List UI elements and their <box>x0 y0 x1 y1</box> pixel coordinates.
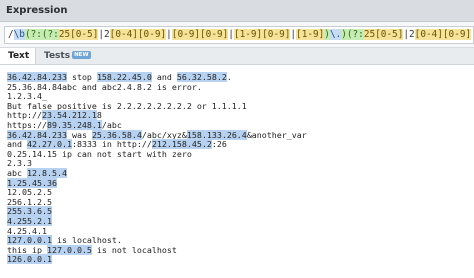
regex-match: 89.35.248.1 <box>46 120 102 130</box>
text-segment: abc <box>7 168 27 178</box>
tab-tests-label: Tests <box>44 51 71 61</box>
text-segment: /abc/xyz& <box>141 129 187 140</box>
panel-title: Expression <box>0 0 474 22</box>
text-segment: /abc <box>101 120 122 130</box>
text-segment: 0.25.14.15 ip can not start with zero <box>7 148 192 159</box>
expression-bar: /\b(?:(?:25[0-5]|2[0-4][0-9]|[0-9][0-9]|… <box>0 22 474 48</box>
regex-token: [0-9] <box>442 29 472 40</box>
expression-input[interactable]: /\b(?:(?:25[0-5]|2[0-4][0-9]|[0-9][0-9]|… <box>4 26 474 44</box>
text-segment: http:// <box>7 110 42 121</box>
text-segment: &another_var <box>246 129 307 140</box>
text-segment: :8333 in http:// <box>71 139 152 150</box>
regex-match: 126.0.0.1 <box>7 254 52 265</box>
tab-tests[interactable]: Tests NEW <box>38 48 97 64</box>
text-segment: 8 <box>96 110 102 121</box>
text-segment: this ip <box>7 244 47 255</box>
text-segment: . <box>226 72 232 82</box>
text-line: 0.25.14.15 ip can not start with zero <box>7 149 192 160</box>
regex-match: 127.0.0.5 <box>46 244 92 255</box>
tab-text-label: Text <box>8 51 30 61</box>
regex-match: 56.32.58.2 <box>176 72 227 82</box>
regex-match: 36.42.84.233 <box>7 129 67 140</box>
text-segment: 1.2.3.4_ <box>7 91 47 102</box>
regex-match: 4.255.2.1 <box>7 216 52 226</box>
text-segment: But false positive is 2.2.2.2.2.2.2.2 or… <box>7 100 247 111</box>
regex-token: \. <box>329 29 342 40</box>
regex-match: 255.3.6.5 <box>7 206 52 217</box>
text-segment: 256.1.2.5 <box>7 196 52 207</box>
text-segment: and <box>7 139 27 150</box>
regex-match: 36.42.84.233 <box>7 72 67 82</box>
regex-token: [0-9] <box>137 29 167 40</box>
regex-token: 25 <box>58 29 71 40</box>
regex-token: [0-4] <box>109 29 138 40</box>
text-segment: 2.3.3 <box>7 158 32 169</box>
text-segment: https:// <box>7 120 47 130</box>
regex-match: 12.8.5.4 <box>26 168 67 178</box>
regex-match: 127.0.0.1 <box>7 235 52 246</box>
text-segment: and <box>151 72 177 82</box>
tab-bar: Text Tests NEW <box>0 48 474 65</box>
regex-token: 2 <box>409 29 415 40</box>
regex-token: \b <box>13 29 25 40</box>
regex-match: 212.158.45.2 <box>151 139 212 150</box>
regex-token: [0-9] <box>171 29 201 40</box>
panel-title-text: Expression <box>6 5 68 16</box>
regex-token: [0-9] <box>200 29 229 40</box>
text-segment: is not localhost <box>91 244 177 255</box>
regex-match: 1.25.45.36 <box>7 177 57 188</box>
regex-token: [0-5] <box>375 29 404 40</box>
text-segment: :26 <box>211 139 227 150</box>
regex-token: (?: <box>24 29 42 40</box>
regex-token: (?: <box>41 29 59 40</box>
regex-token: [0-4] <box>414 29 443 40</box>
text-segment: 12.05.2.5 <box>7 187 52 198</box>
regex-match: 42.27.0.1 <box>26 139 72 150</box>
regex-token: [1-9] <box>296 29 325 40</box>
text-segment: stop <box>66 72 97 82</box>
regex-match: 25.36.58.4 <box>91 129 142 140</box>
text-segment: is localhost. <box>51 235 122 246</box>
regex-token: [0-9] <box>262 29 291 40</box>
text-line: 126.0.0.1 <box>7 254 52 265</box>
regex-token: 2 <box>104 29 110 40</box>
regex-token: [1-9] <box>233 29 263 40</box>
regex-token: (?: <box>346 29 364 40</box>
text-segment: 4.25.4.1 <box>7 225 47 236</box>
tab-text[interactable]: Text <box>0 48 36 64</box>
regex-token: [0-5] <box>70 29 99 40</box>
text-segment: 25.36.84.84abc and abc2.4.8.2 is error. <box>7 81 202 92</box>
regex-match: 158.133.26.4 <box>186 129 247 140</box>
regex-token: 25 <box>363 29 376 40</box>
regex-match: 23.54.212.1 <box>41 110 97 121</box>
new-badge: NEW <box>72 51 91 59</box>
regex-token: | <box>166 29 172 40</box>
text-segment: was <box>66 129 92 140</box>
regex-token: / <box>8 29 14 40</box>
text-editor[interactable]: 36.42.84.233 stop 158.22.45.0 and 56.32.… <box>0 65 474 278</box>
regex-match: 158.22.45.0 <box>96 72 152 82</box>
